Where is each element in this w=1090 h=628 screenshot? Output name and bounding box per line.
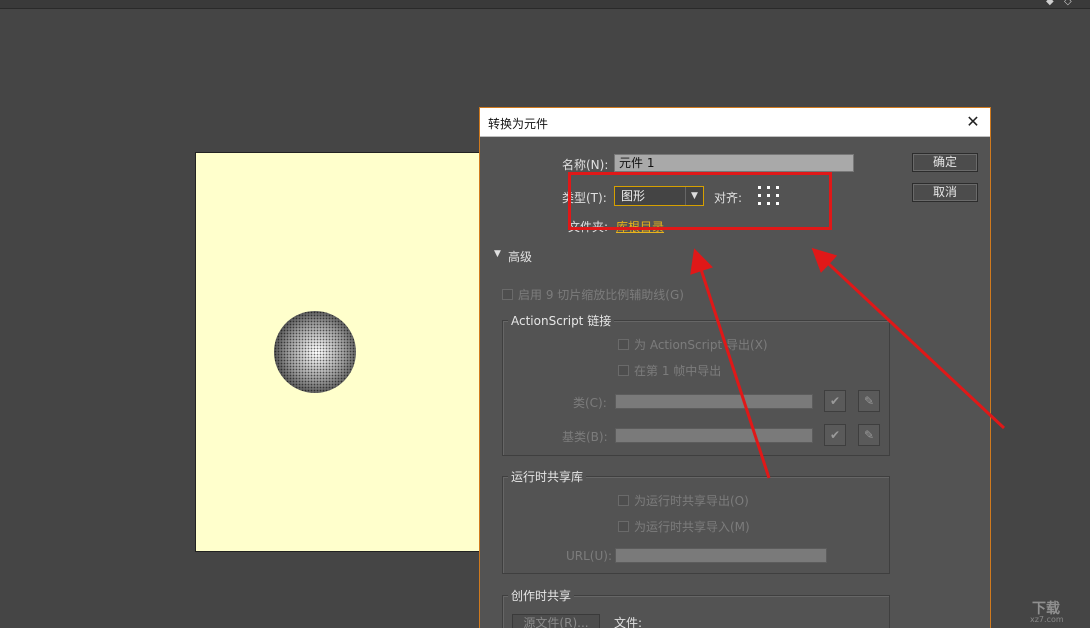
annotation-arrows xyxy=(690,247,1006,479)
annotation-arrow-left xyxy=(690,248,771,479)
site-watermark: 下载 xz7.com xyxy=(1002,598,1086,624)
watermark-url: xz7.com xyxy=(1030,615,1064,624)
annotation-arrow-right xyxy=(811,247,1006,430)
